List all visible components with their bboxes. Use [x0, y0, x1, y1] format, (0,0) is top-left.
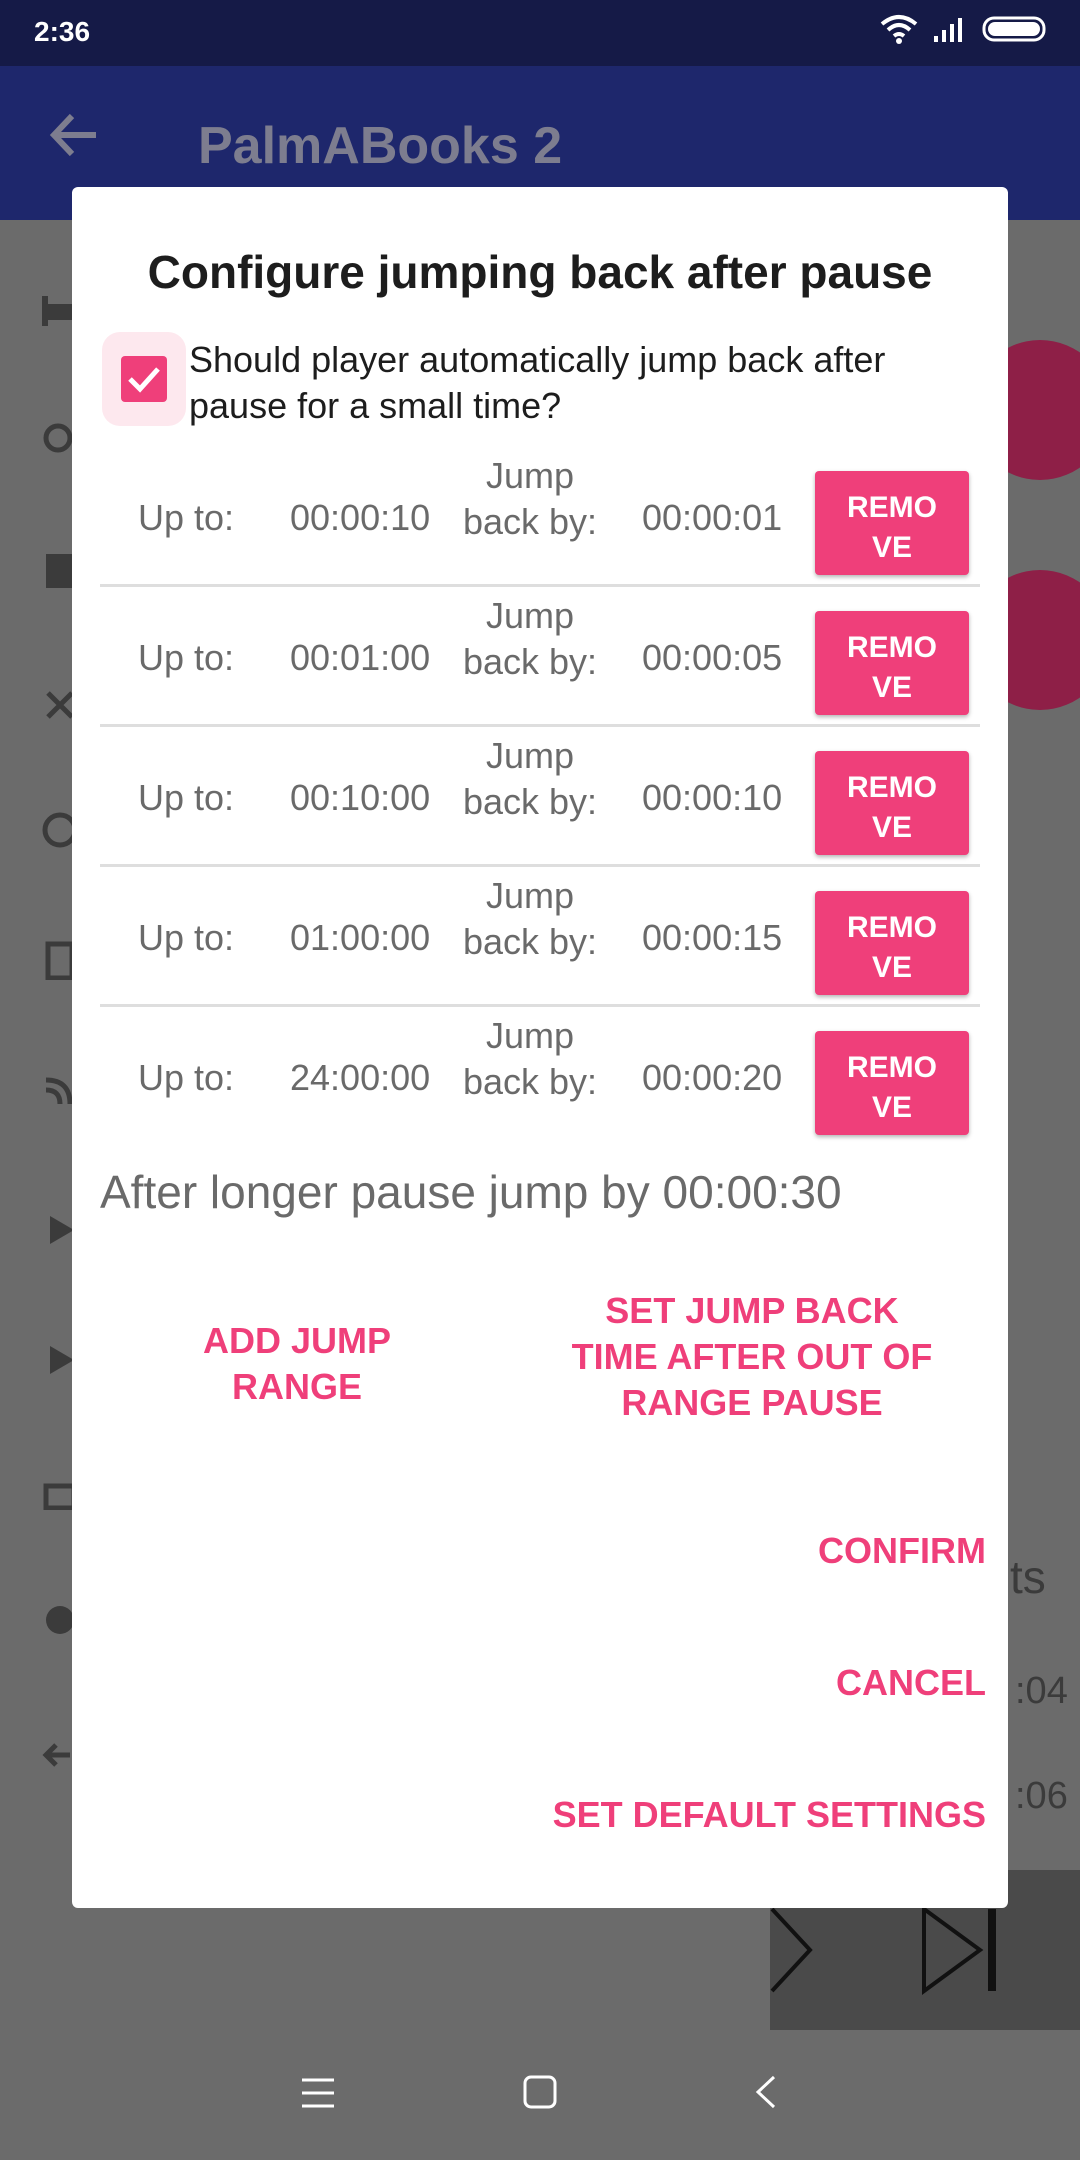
jump-back-dialog: Configure jumping back after pause Shoul… [72, 187, 1008, 1908]
back-arrow-icon[interactable] [48, 112, 100, 158]
longer-pause-text: After longer pause jump by 00:00:30 [100, 1166, 842, 1218]
jump-range-row: Up to: 24:00:00 Jump back by: 00:00:20 RE… [100, 1007, 980, 1147]
play-icon [770, 1907, 813, 1993]
jump-back-label: Jump back by: [462, 735, 598, 822]
up-to-label: Up to: [138, 777, 235, 818]
remove-button[interactable]: REMO VE [815, 611, 969, 715]
remove-button[interactable]: REMO VE [815, 1031, 969, 1135]
jump-back-label: Jump back by: [462, 875, 598, 962]
checkbox-box [121, 356, 167, 402]
navigation-bar [0, 2030, 1080, 2160]
auto-jump-checkbox[interactable] [102, 332, 186, 426]
dialog-title: Configure jumping back after pause [147, 246, 933, 298]
cancel-button[interactable]: CANCEL [732, 1659, 992, 1707]
bg-text-2: :04 [1015, 1670, 1068, 1712]
remove-button[interactable]: REMO VE [815, 891, 969, 995]
jump-range-row: Up to: 01:00:00 Jump back by: 00:00:15 RE… [100, 867, 980, 1007]
check-icon [128, 367, 160, 393]
jump-back-value[interactable]: 00:00:15 [642, 917, 782, 959]
jump-back-value[interactable]: 00:00:10 [642, 777, 782, 819]
jump-back-value[interactable]: 00:00:01 [642, 497, 782, 539]
jump-range-row: Up to: 00:10:00 Jump back by: 00:00:10 RE… [100, 727, 980, 867]
confirm-button[interactable]: CONFIRM [732, 1527, 992, 1575]
up-to-value[interactable]: 00:10:00 [290, 777, 430, 819]
jump-back-label: Jump back by: [462, 455, 598, 542]
home-icon[interactable] [522, 2074, 558, 2110]
jump-back-value[interactable]: 00:00:20 [642, 1057, 782, 1099]
up-to-value[interactable]: 00:00:10 [290, 497, 430, 539]
up-to-label: Up to: [138, 1057, 235, 1098]
checkbox-label: Should player automatically jump back af… [189, 339, 886, 426]
status-time: 2:36 [34, 16, 91, 47]
up-to-value[interactable]: 00:01:00 [290, 637, 430, 679]
set-default-settings-button[interactable]: SET DEFAULT SETTINGS [472, 1791, 992, 1839]
skip-next-icon [922, 1905, 996, 1995]
wifi-icon [880, 15, 918, 44]
remove-button[interactable]: REMO VE [815, 471, 969, 575]
battery-icon [982, 16, 1046, 42]
jump-range-row: Up to: 00:01:00 Jump back by: 00:00:05 RE… [100, 587, 980, 727]
up-to-value[interactable]: 01:00:00 [290, 917, 430, 959]
jump-back-value[interactable]: 00:00:05 [642, 637, 782, 679]
signal-icon [934, 18, 962, 42]
up-to-label: Up to: [138, 917, 235, 958]
add-jump-range-button[interactable]: ADD JUMP RANGE [132, 1317, 462, 1411]
jump-range-row: Up to: 00:00:10 Jump back by: 00:00:01 RE… [100, 447, 980, 587]
jump-back-label: Jump back by: [462, 595, 598, 682]
status-bar: 2:36 [0, 0, 1080, 66]
bg-text-1: ts [1010, 1551, 1046, 1603]
up-to-label: Up to: [138, 637, 235, 678]
bg-text-3: :06 [1015, 1775, 1068, 1817]
jump-back-label: Jump back by: [462, 1015, 598, 1102]
menu-icon[interactable] [300, 2076, 336, 2110]
set-jump-back-time-button[interactable]: SET JUMP BACK TIME AFTER OUT OF RANGE PAUS… [542, 1287, 962, 1427]
up-to-label: Up to: [138, 497, 235, 538]
status-icons [880, 14, 1050, 44]
remove-button[interactable]: REMO VE [815, 751, 969, 855]
up-to-value[interactable]: 24:00:00 [290, 1057, 430, 1099]
back-icon[interactable] [752, 2074, 780, 2110]
app-title: PalmABooks 2 [198, 117, 563, 175]
